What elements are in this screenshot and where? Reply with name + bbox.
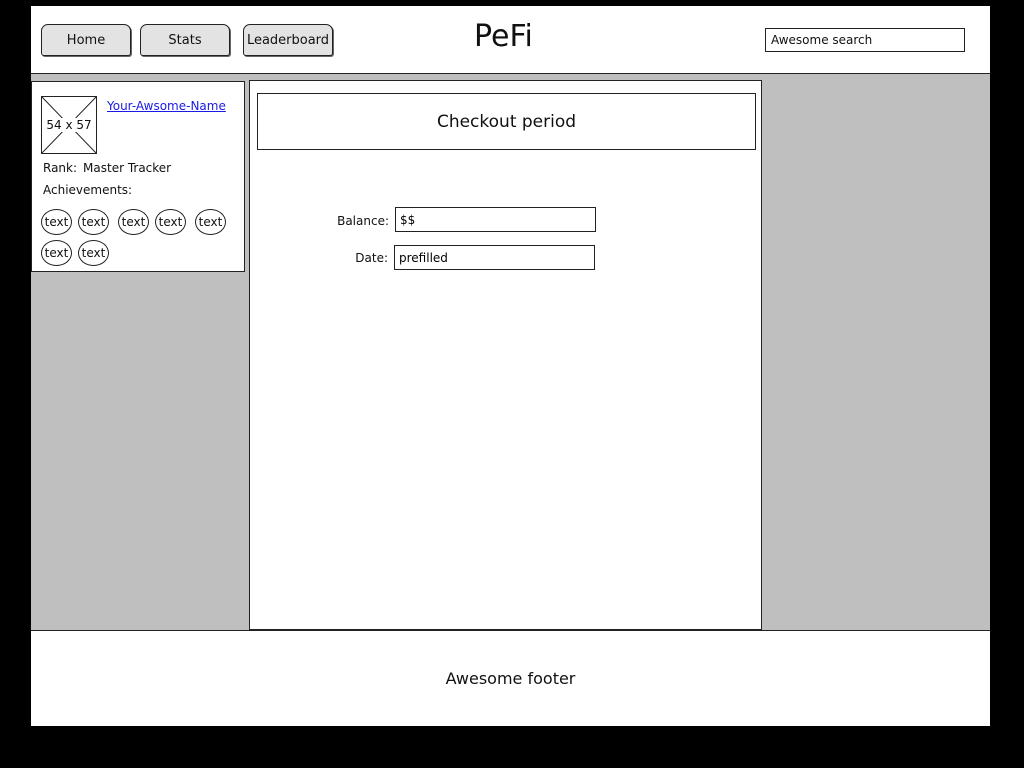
balance-input[interactable] — [395, 207, 596, 232]
tab-home[interactable]: Home — [41, 24, 131, 56]
balance-label: Balance: — [337, 214, 389, 228]
page-title: Checkout period — [257, 93, 756, 150]
brand-title: PeFi — [474, 19, 533, 54]
header-bar: Home Stats Leaderboard PeFi — [31, 6, 990, 74]
avatar-size-label: 54 x 57 — [45, 118, 93, 132]
achievement-badge[interactable]: text — [41, 240, 72, 266]
achievement-badge[interactable]: text — [195, 209, 226, 235]
achievement-badge[interactable]: text — [78, 209, 109, 235]
username-link[interactable]: Your-Awsome-Name — [107, 99, 226, 113]
search-input[interactable] — [765, 28, 965, 52]
achievements-label: Achievements: — [43, 183, 133, 197]
profile-card: 54 x 57 Your-Awsome-Name Rank: Master Tra… — [31, 81, 245, 272]
rank-row: Rank: Master Tracker — [43, 161, 171, 175]
achievement-badge[interactable]: text — [41, 209, 72, 235]
achievement-badge[interactable]: text — [118, 209, 149, 235]
avatar-placeholder: 54 x 57 — [41, 96, 97, 154]
achievement-badge[interactable]: text — [155, 209, 186, 235]
rank-value: Master Tracker — [83, 161, 172, 175]
rank-label: Rank: — [43, 161, 78, 175]
main-content-panel: Checkout period Balance: Date: — [249, 80, 762, 630]
date-label: Date: — [355, 251, 388, 265]
date-input[interactable] — [394, 245, 595, 270]
footer: Awesome footer — [31, 630, 990, 726]
tab-leaderboard[interactable]: Leaderboard — [243, 24, 333, 56]
achievement-badge[interactable]: text — [78, 240, 109, 266]
footer-text: Awesome footer — [445, 669, 576, 688]
tab-stats[interactable]: Stats — [140, 24, 230, 56]
